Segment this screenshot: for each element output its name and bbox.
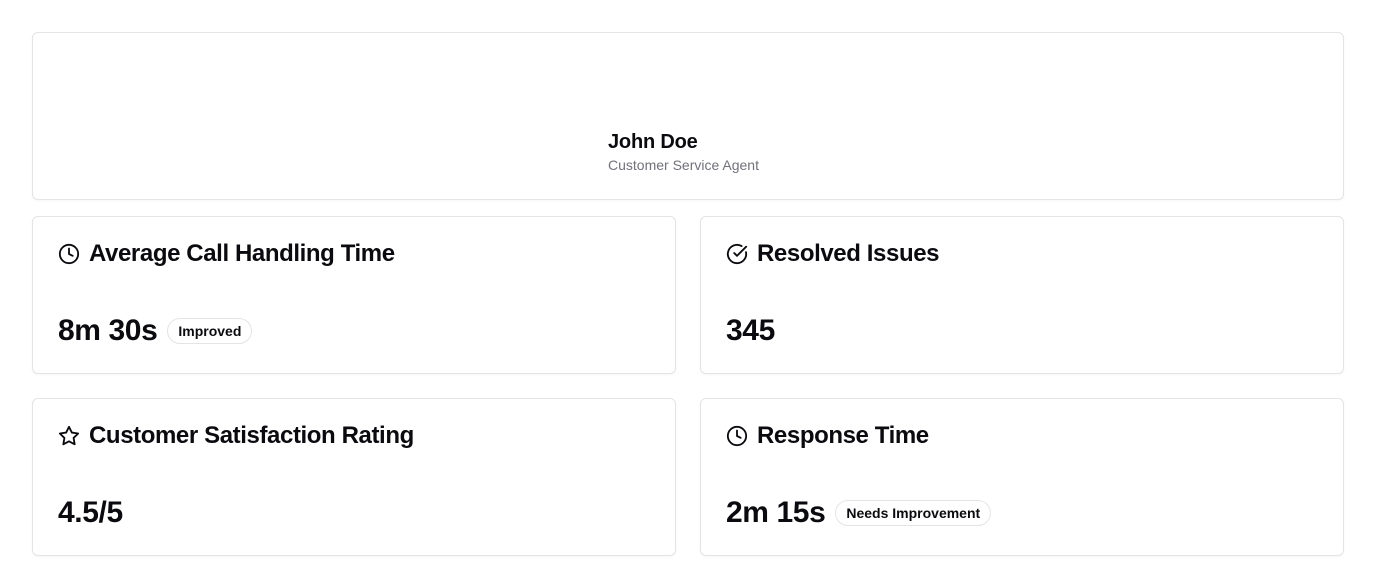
agent-profile-card: John Doe Customer Service Agent <box>32 32 1344 200</box>
metric-header: Customer Satisfaction Rating <box>58 421 414 451</box>
metric-title: Resolved Issues <box>757 240 940 267</box>
status-badge: Needs Improvement <box>835 500 992 526</box>
metric-title: Average Call Handling Time <box>89 240 395 267</box>
agent-name: John Doe <box>608 131 698 153</box>
metric-value: 8m 30s <box>58 314 158 347</box>
metric-value: 2m 15s <box>726 496 826 529</box>
metric-header: Average Call Handling Time <box>58 239 395 269</box>
agent-profile-info: John Doe Customer Service Agent <box>608 130 759 175</box>
metric-header: Response Time <box>726 421 929 451</box>
star-icon <box>58 425 80 447</box>
metric-value-row: 8m 30s Improved <box>58 313 253 349</box>
metric-value: 345 <box>726 314 775 347</box>
metric-card-response-time: Response Time 2m 15s Needs Improvement <box>700 398 1344 556</box>
agent-role: Customer Service Agent <box>608 157 759 173</box>
metric-value-row: 4.5/5 <box>58 495 123 531</box>
metric-header: Resolved Issues <box>726 239 940 269</box>
metric-card-average-call-handling-time: Average Call Handling Time 8m 30s Improv… <box>32 216 676 374</box>
clock-icon <box>58 243 80 265</box>
metric-value: 4.5/5 <box>58 496 123 529</box>
check-circle-icon <box>726 243 748 265</box>
metric-title: Customer Satisfaction Rating <box>89 422 414 449</box>
status-badge: Improved <box>167 318 253 344</box>
metric-value-row: 2m 15s Needs Improvement <box>726 495 992 531</box>
metric-card-customer-satisfaction-rating: Customer Satisfaction Rating 4.5/5 <box>32 398 676 556</box>
metric-card-resolved-issues: Resolved Issues 345 <box>700 216 1344 374</box>
metric-title: Response Time <box>757 422 929 449</box>
metric-value-row: 345 <box>726 313 775 349</box>
clock-icon <box>726 425 748 447</box>
